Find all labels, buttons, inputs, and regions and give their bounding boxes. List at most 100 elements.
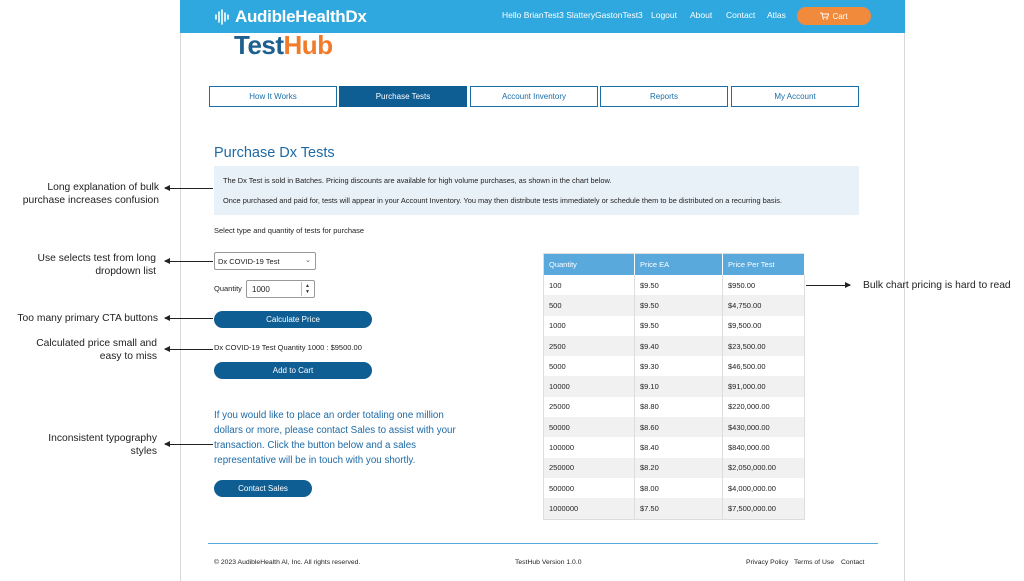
table-cell: $9.30: [634, 356, 723, 377]
table-cell: $9.10: [634, 376, 723, 397]
table-cell: $840,000.00: [722, 437, 805, 458]
table-cell: $950.00: [722, 275, 805, 296]
footer-contact-link[interactable]: Contact: [841, 559, 864, 566]
cart-label: Cart: [832, 11, 848, 21]
annotation-arrow-4: [164, 346, 213, 352]
table-cell: 5000: [543, 356, 635, 377]
price-table-header: Price EA: [634, 253, 723, 275]
tab-account-inventory[interactable]: Account Inventory: [470, 86, 598, 107]
price-table-header: Price Per Test: [722, 253, 805, 275]
table-cell: $220,000.00: [722, 396, 805, 418]
table-row: 100 $9.50 $950.00: [543, 275, 805, 296]
table-cell: $4,000,000.00: [722, 477, 805, 499]
table-cell: $4,750.00: [722, 295, 805, 316]
quantity-label: Quantity: [214, 284, 242, 293]
table-cell: 100000: [543, 437, 635, 458]
table-cell: $23,500.00: [722, 335, 805, 357]
footer-terms-link[interactable]: Terms of Use: [794, 559, 834, 566]
table-cell: $8.80: [634, 396, 723, 418]
table-cell: $7.50: [634, 498, 723, 520]
calculated-price: Dx COVID-19 Test Quantity 1000 : $9500.0…: [214, 343, 362, 352]
table-cell: 25000: [543, 396, 635, 418]
quantity-stepper[interactable]: 1000 ▲ ▼: [246, 280, 315, 298]
annotation-arrow-1: [164, 185, 213, 191]
table-row: 1000 $9.50 $9,500.00: [543, 315, 805, 336]
test-type-select[interactable]: Dx COVID-19 Test ⌄: [214, 252, 316, 270]
info-line-2: Once purchased and paid for, tests will …: [223, 196, 782, 205]
price-table: Quantity Price EA Price Per Test 100 $9.50 $…: [543, 253, 805, 520]
table-cell: $9,500.00: [722, 315, 805, 336]
table-cell: $8.20: [634, 457, 723, 478]
table-cell: $430,000.00: [722, 417, 805, 438]
table-cell: $8.00: [634, 477, 723, 499]
calculate-price-button[interactable]: Calculate Price: [214, 311, 372, 328]
nav-atlas[interactable]: Atlas: [767, 10, 786, 20]
table-cell: 250000: [543, 457, 635, 478]
table-row: 100000 $8.40 $840,000.00: [543, 437, 805, 458]
table-cell: $9.50: [634, 275, 723, 296]
table-cell: $91,000.00: [722, 376, 805, 397]
spinner-arrows-icon[interactable]: ▲ ▼: [301, 282, 313, 296]
tab-reports[interactable]: Reports: [600, 86, 728, 107]
table-row: 10000 $9.10 $91,000.00: [543, 376, 805, 397]
annotation-arrow-2: [164, 258, 213, 264]
table-row: 250000 $8.20 $2,050,000.00: [543, 457, 805, 478]
table-cell: 1000: [543, 315, 635, 336]
table-cell: $2,050,000.00: [722, 457, 805, 478]
table-cell: $9.40: [634, 335, 723, 357]
table-row: 500000 $8.00 $4,000,000.00: [543, 477, 805, 499]
testhub-logo: TestHub: [234, 30, 333, 60]
select-instruction: Select type and quantity of tests for pu…: [214, 226, 365, 235]
footer-copyright: © 2023 AudibleHealth AI, Inc. All rights…: [214, 559, 361, 566]
test-type-value: Dx COVID-19 Test: [218, 256, 280, 266]
table-row: 25000 $8.80 $220,000.00: [543, 396, 805, 418]
brand-logo[interactable]: AudibleHealth Dx: [214, 6, 367, 28]
footer-version: TestHub Version 1.0.0: [515, 559, 582, 566]
add-to-cart-button[interactable]: Add to Cart: [214, 362, 372, 379]
table-cell: 1000000: [543, 498, 635, 520]
annotation-bulk-explanation: Long explanation of bulk purchase increas…: [22, 182, 159, 206]
annotation-arrow-5: [164, 441, 213, 447]
tab-how-it-works[interactable]: How It Works: [209, 86, 337, 107]
table-cell: $9.50: [634, 295, 723, 316]
footer-privacy-link[interactable]: Privacy Policy: [746, 559, 788, 566]
tab-my-account[interactable]: My Account: [731, 86, 859, 107]
brand-suffix: Dx: [345, 7, 367, 26]
nav-about[interactable]: About: [690, 10, 712, 20]
info-box: The Dx Test is sold in Batches. Pricing …: [214, 166, 859, 215]
cart-icon: [820, 12, 830, 20]
tab-purchase-tests[interactable]: Purchase Tests: [339, 86, 467, 107]
nav-logout[interactable]: Logout: [651, 10, 677, 20]
soundwave-icon: [215, 9, 229, 25]
table-cell: $8.40: [634, 437, 723, 458]
info-line-1: The Dx Test is sold in Batches. Pricing …: [223, 176, 612, 185]
annotation-arrow-6: [806, 282, 851, 288]
table-row: 2500 $9.40 $23,500.00: [543, 335, 805, 357]
user-greeting[interactable]: Hello BrianTest3 SlatteryGastonTest3: [502, 10, 643, 20]
table-cell: 500000: [543, 477, 635, 499]
page-title: Purchase Dx Tests: [214, 145, 335, 161]
cart-button[interactable]: Cart: [797, 7, 871, 25]
nav-contact[interactable]: Contact: [726, 10, 755, 20]
brand-main: AudibleHealth: [235, 7, 346, 26]
table-cell: 2500: [543, 335, 635, 357]
price-table-header: Quantity: [543, 253, 635, 275]
table-row: 5000 $9.30 $46,500.00: [543, 356, 805, 377]
table-cell: 500: [543, 295, 635, 316]
chevron-down-icon: ⌄: [305, 257, 311, 264]
table-row: 50000 $8.60 $430,000.00: [543, 417, 805, 438]
table-cell: $8.60: [634, 417, 723, 438]
annotation-dropdown: Use selects test from long dropdown list: [37, 253, 156, 277]
sales-message: If you would like to place an order tota…: [214, 410, 456, 466]
contact-sales-button[interactable]: Contact Sales: [214, 480, 312, 497]
table-cell: 100: [543, 275, 635, 296]
table-cell: 50000: [543, 417, 635, 438]
table-cell: $46,500.00: [722, 356, 805, 377]
footer-divider: [208, 543, 878, 544]
quantity-value: 1000: [252, 284, 270, 294]
annotation-typography: Inconsistent typography styles: [48, 433, 157, 457]
annotation-cta: Too many primary CTA buttons: [17, 313, 158, 324]
annotation-calculated-price: Calculated price small and easy to miss: [36, 338, 157, 362]
table-cell: $7,500,000.00: [722, 498, 805, 520]
table-cell: $9.50: [634, 315, 723, 336]
